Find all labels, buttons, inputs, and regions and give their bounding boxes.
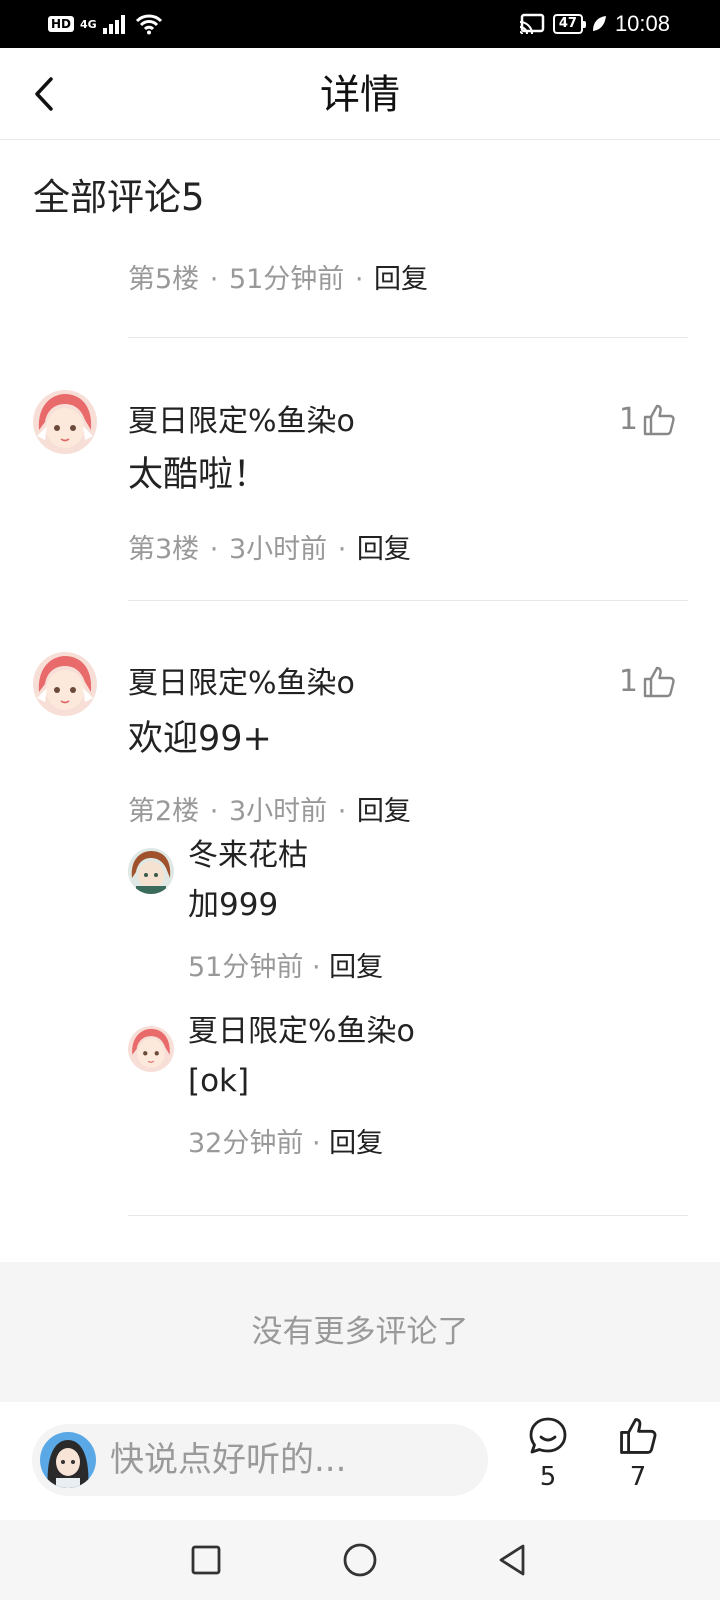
- reply-button[interactable]: 回复: [357, 534, 411, 565]
- user-avatar-icon: [40, 1432, 96, 1488]
- comment-text: 太酷啦！: [128, 455, 269, 495]
- comment-input-bar: 快说点好听的... 5 7: [0, 1402, 720, 1520]
- reply-text: [ok]: [188, 1063, 250, 1099]
- home-button[interactable]: [340, 1540, 380, 1580]
- circle-icon: [343, 1543, 377, 1577]
- avatar[interactable]: [128, 1026, 174, 1072]
- no-more-comments: 没有更多评论了: [0, 1262, 720, 1402]
- avatar[interactable]: [128, 848, 174, 894]
- comment-divider: [128, 337, 688, 338]
- comment-input-placeholder: 快说点好听的...: [110, 1440, 347, 1480]
- avatar[interactable]: [33, 390, 97, 454]
- anime-boy-avatar-icon: [128, 848, 174, 894]
- comment-time: 3小时前: [228, 796, 328, 827]
- comment-input[interactable]: 快说点好听的...: [32, 1424, 488, 1496]
- status-bar: HD 4G 47 10:08: [0, 0, 720, 48]
- comments-section-title: 全部评论5: [33, 176, 205, 219]
- wifi-icon: [135, 14, 162, 35]
- page-header: 详情: [0, 48, 720, 140]
- comment-time: 51分钟前: [228, 264, 345, 295]
- avatar[interactable]: [33, 652, 97, 716]
- anime-girl-avatar-icon: [128, 1026, 174, 1072]
- reply-time: 32分钟前: [188, 1128, 304, 1159]
- hd-badge: HD: [48, 16, 75, 32]
- like-count: 1: [618, 664, 638, 699]
- comment-meta: 第2楼 · 3小时前 · 回复: [128, 796, 411, 827]
- reply-meta: 32分钟前 · 回复: [188, 1128, 384, 1159]
- network-type: 4G: [80, 17, 97, 31]
- system-nav-bar: [0, 1520, 720, 1600]
- comments-button[interactable]: 5: [518, 1416, 578, 1492]
- comment-floor: 第5楼: [128, 264, 200, 295]
- comment-divider: [128, 600, 688, 601]
- page-title: 详情: [320, 72, 400, 118]
- reply-meta: 51分钟前 · 回复: [188, 952, 384, 983]
- comment-time: 3小时前: [228, 534, 328, 565]
- comment-count: 5: [539, 1462, 557, 1492]
- signal-icon: [102, 15, 125, 34]
- like-count: 7: [629, 1462, 647, 1492]
- comment-author[interactable]: 夏日限定%鱼染o: [128, 402, 355, 442]
- comment-author[interactable]: 夏日限定%鱼染o: [128, 664, 355, 704]
- reply-button[interactable]: 回复: [357, 796, 411, 827]
- anime-girl-avatar-icon: [33, 652, 97, 716]
- leaf-icon: [592, 16, 606, 31]
- comment-text: 欢迎99+: [128, 719, 272, 759]
- thumbs-up-icon: [643, 404, 675, 435]
- like-count: 1: [618, 402, 638, 437]
- status-right: 47 10:08: [519, 10, 670, 38]
- avatar: [40, 1432, 96, 1488]
- anime-girl-avatar-icon: [33, 390, 97, 454]
- recent-apps-button[interactable]: [186, 1540, 226, 1580]
- comment-divider: [128, 1215, 688, 1216]
- reply-time: 51分钟前: [188, 952, 304, 983]
- triangle-back-icon: [499, 1544, 525, 1576]
- back-nav-button[interactable]: [492, 1540, 532, 1580]
- reply-author[interactable]: 冬来花枯: [188, 836, 308, 876]
- comment-meta: 第3楼 · 3小时前 · 回复: [128, 534, 411, 565]
- thumbs-up-icon: [643, 666, 675, 697]
- reply-button[interactable]: 回复: [374, 264, 428, 295]
- like-post-button[interactable]: 7: [608, 1416, 668, 1492]
- no-more-text: 没有更多评论了: [251, 1314, 469, 1350]
- thumbs-up-icon: [620, 1418, 657, 1454]
- comment-bubble-icon: [529, 1417, 567, 1454]
- like-button[interactable]: 1: [619, 402, 676, 437]
- reply-text: 加999: [188, 887, 279, 923]
- comment-floor: 第3楼: [128, 534, 200, 565]
- status-left: HD 4G: [48, 10, 163, 38]
- reply-author[interactable]: 夏日限定%鱼染o: [188, 1012, 415, 1052]
- like-button[interactable]: 1: [619, 664, 676, 699]
- comment-meta: 第5楼 · 51分钟前 · 回复: [128, 264, 429, 295]
- battery-indicator: 47: [552, 14, 587, 34]
- comment-floor: 第2楼: [128, 796, 200, 827]
- cast-icon: [519, 13, 545, 35]
- square-icon: [191, 1545, 221, 1575]
- reply-button[interactable]: 回复: [329, 952, 383, 983]
- clock: 10:08: [614, 11, 670, 36]
- reply-button[interactable]: 回复: [329, 1128, 383, 1159]
